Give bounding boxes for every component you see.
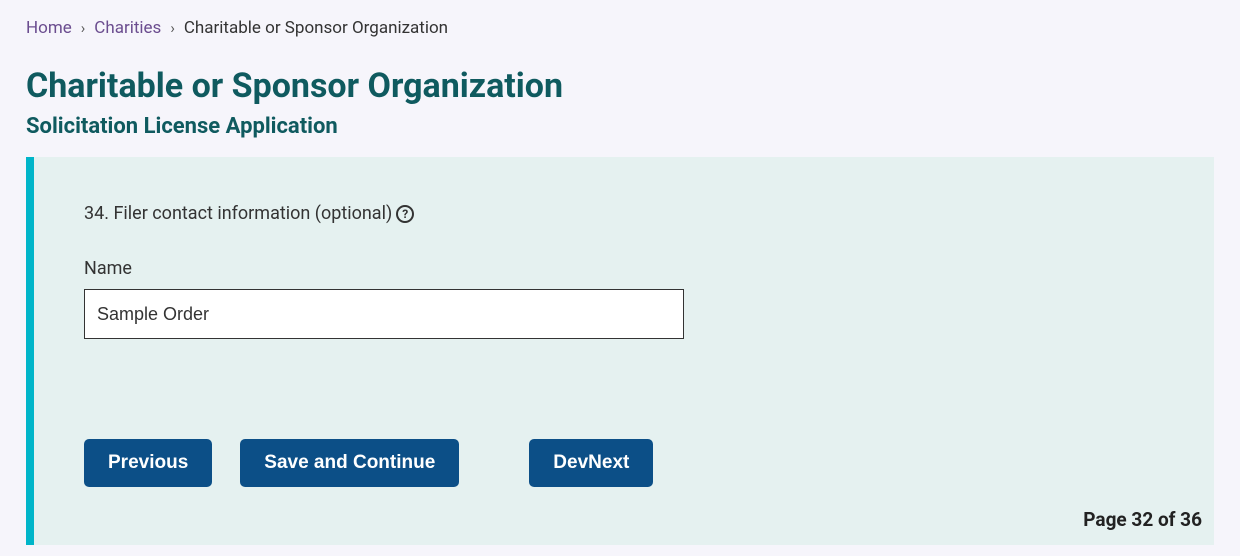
question-label: 34. Filer contact information (optional)… (84, 203, 1164, 224)
save-continue-button[interactable]: Save and Continue (240, 439, 459, 487)
previous-button[interactable]: Previous (84, 439, 212, 487)
button-row: Previous Save and Continue DevNext (84, 439, 1164, 487)
name-input[interactable] (84, 289, 684, 339)
breadcrumb-charities[interactable]: Charities (94, 18, 161, 38)
question-text: 34. Filer contact information (optional) (84, 203, 392, 224)
breadcrumb-home[interactable]: Home (26, 18, 72, 38)
help-icon[interactable]: ? (396, 205, 414, 223)
devnext-button[interactable]: DevNext (529, 439, 653, 487)
chevron-right-icon: › (81, 19, 86, 37)
page-indicator: Page 32 of 36 (1083, 508, 1202, 531)
page-subtitle: Solicitation License Application (26, 114, 1214, 139)
name-label: Name (84, 258, 1164, 279)
chevron-right-icon: › (170, 19, 175, 37)
breadcrumb-current: Charitable or Sponsor Organization (184, 18, 448, 38)
breadcrumb: Home › Charities › Charitable or Sponsor… (26, 18, 1214, 38)
form-panel: 34. Filer contact information (optional)… (26, 157, 1214, 545)
page-title: Charitable or Sponsor Organization (26, 66, 1214, 106)
